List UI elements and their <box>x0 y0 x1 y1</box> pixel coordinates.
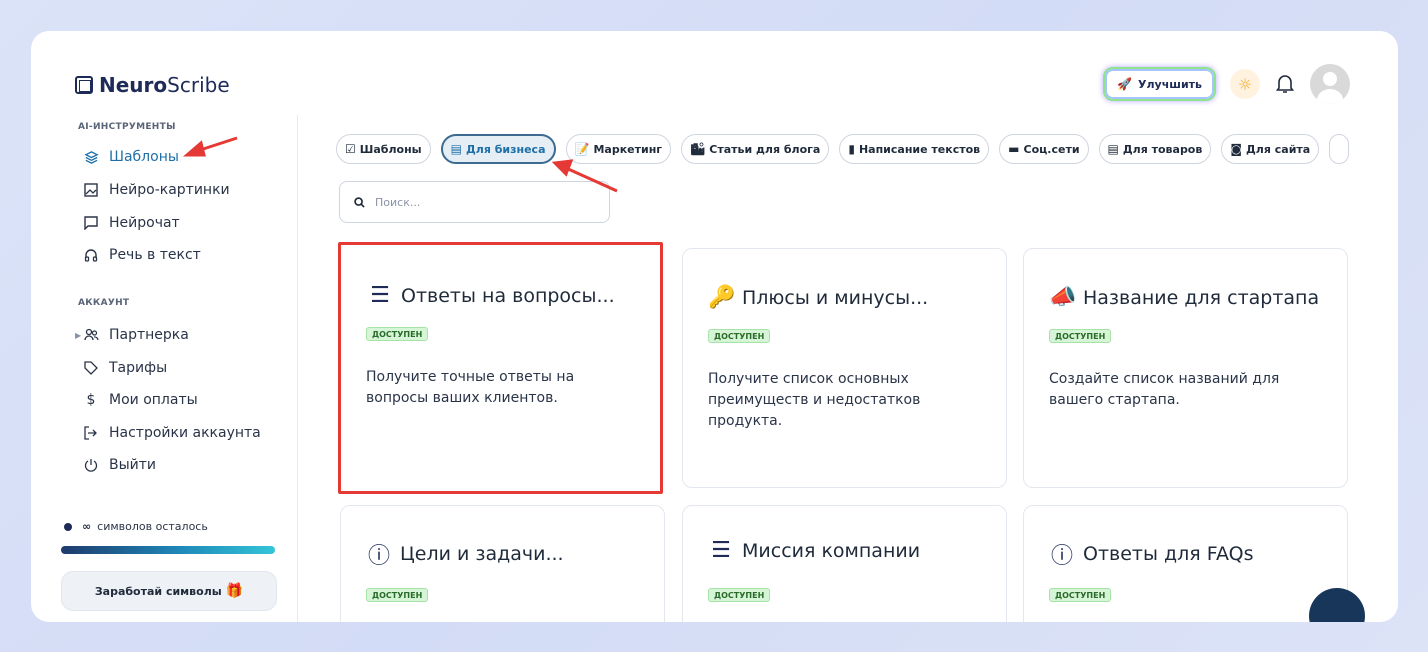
info-icon: ⓘ <box>1050 544 1073 569</box>
credits-symbol: ∞ <box>82 520 92 533</box>
card-title: ☰ Миссия компании <box>708 538 920 563</box>
sidebar-item-label: Речь в текст <box>109 247 201 263</box>
card-description: Получите список основных преимуществ и н… <box>708 371 921 429</box>
sidebar-item-label: Тарифы <box>109 360 168 376</box>
status-badge: ДОСТУПЕН <box>366 588 429 602</box>
ledger-icon: ▤ <box>1107 142 1119 156</box>
upgrade-button[interactable]: 🚀 Улучшить <box>1103 67 1216 101</box>
status-badge: ДОСТУПЕН <box>708 329 771 343</box>
search-input[interactable]: Поиск... <box>339 181 610 223</box>
dollar-icon: $ <box>86 392 96 408</box>
image-icon <box>83 182 99 198</box>
sidebar-item-neuro-images[interactable]: Нейро-картинки <box>83 182 230 198</box>
headphones-icon <box>83 247 99 263</box>
card-description: Получите точные ответы на вопросы ваших … <box>366 369 575 406</box>
sidebar-item-partner[interactable]: Партнерка <box>83 327 189 343</box>
avatar[interactable] <box>1310 64 1350 104</box>
filter-chip-marketing[interactable]: 📝 Маркетинг <box>565 134 672 164</box>
card-title: ⓘ Ответы для FAQs <box>1049 538 1254 570</box>
filter-chip-products[interactable]: ▤ Для товаров <box>1098 134 1212 164</box>
sidebar-item-templates[interactable]: Шаблоны <box>83 149 179 165</box>
status-badge: ДОСТУПЕН <box>708 588 771 602</box>
filter-chip-website[interactable]: ◙ Для сайта <box>1221 134 1320 164</box>
card-title: 🔑 Плюсы и минусы... <box>708 285 929 310</box>
sidebar-item-neurochat[interactable]: Нейрочат <box>83 215 180 231</box>
card-description: Создайте список названий для вашего стар… <box>1049 371 1280 408</box>
status-badge: ДОСТУПЕН <box>1049 588 1112 602</box>
card-title: ⓘ Цели и задачи... <box>366 538 564 570</box>
header-actions: 🚀 Улучшить ☼ <box>1103 64 1350 104</box>
checkbox-icon: ☑ <box>345 142 356 156</box>
category-filters: ☑ Шаблоны ▤ Для бизнеса 📝 Маркетинг 🏙 Статьи… <box>336 134 1350 164</box>
search-placeholder: Поиск... <box>375 195 421 209</box>
filter-chip-business[interactable]: ▤ Для бизнеса <box>440 134 556 164</box>
key-icon: 🔑 <box>708 285 736 310</box>
info-icon: ⓘ <box>367 544 390 569</box>
template-card-mission[interactable]: ☰ Миссия компании ДОСТУПЕН <box>682 505 1007 622</box>
mask-icon: ◙ <box>1230 142 1242 156</box>
card-title: 📣 Название для стартапа <box>1049 285 1320 310</box>
template-card-pros-cons[interactable]: 🔑 Плюсы и минусы... ДОСТУПЕН Получите спи… <box>682 248 1007 488</box>
filter-chip-more[interactable] <box>1329 134 1350 164</box>
sidebar-item-label: Нейрочат <box>109 215 180 231</box>
filter-chip-social[interactable]: ▬ Соц.сети <box>999 134 1089 164</box>
sidebar-item-speech-to-text[interactable]: Речь в текст <box>83 247 201 263</box>
theme-toggle-sun-icon[interactable]: ☼ <box>1230 69 1260 99</box>
sidebar-item-label: Настройки аккаунта <box>109 425 261 441</box>
logo-text: Scribe <box>167 73 230 97</box>
tag-icon <box>83 360 99 376</box>
rocket-icon: 🚀 <box>1117 77 1133 91</box>
status-badge: ДОСТУПЕН <box>1049 329 1112 343</box>
section-title-account: АККАУНТ <box>78 298 130 308</box>
upgrade-label: Улучшить <box>1138 77 1202 91</box>
section-title-ai: AI-ИНСТРУМЕНТЫ <box>78 122 176 132</box>
login-icon <box>83 425 99 441</box>
status-badge: ДОСТУПЕН <box>366 327 429 341</box>
users-icon <box>83 327 99 343</box>
template-card-faqs[interactable]: ⓘ Ответы для FAQs ДОСТУПЕН <box>1023 505 1348 622</box>
list-icon: ☰ <box>370 283 390 308</box>
layers-icon <box>83 149 99 165</box>
template-card-goals[interactable]: ⓘ Цели и задачи... ДОСТУПЕН <box>340 505 665 622</box>
template-card-startup-name[interactable]: 📣 Название для стартапа ДОСТУПЕН Создайте… <box>1023 248 1348 488</box>
memo-icon: 📝 <box>574 142 590 156</box>
template-card-answers[interactable]: ☰ Ответы на вопросы... ДОСТУПЕН Получите … <box>338 242 663 494</box>
sidebar-item-payments[interactable]: $ Мои оплаты <box>83 392 198 408</box>
filter-chip-copywriting[interactable]: ▮ Написание текстов <box>839 134 990 164</box>
city-icon: 🏙 <box>690 142 706 156</box>
sidebar-item-logout[interactable]: Выйти <box>83 457 156 473</box>
credits-remaining: ∞ символов осталось <box>64 520 208 533</box>
card-title: ☰ Ответы на вопросы... <box>367 283 615 308</box>
earn-credits-button[interactable]: Заработай символы 🎁 <box>61 571 277 611</box>
sidebar-item-label: Шаблоны <box>109 149 179 165</box>
bell-icon[interactable] <box>1274 73 1296 95</box>
app-logo[interactable]: NeuroScribe <box>75 73 230 97</box>
sidebar-item-label: Мои оплаты <box>109 392 198 408</box>
list-icon: ☰ <box>711 538 731 563</box>
chat-icon <box>83 215 99 231</box>
status-dot <box>64 522 72 531</box>
logo-icon <box>75 76 93 94</box>
power-icon <box>83 457 99 473</box>
megaphone-icon: 📣 <box>1049 285 1077 310</box>
search-icon <box>354 196 365 208</box>
sidebar-item-label: Выйти <box>109 457 157 473</box>
app-window: NeuroScribe 🚀 Улучшить ☼ AI-ИНСТРУМЕНТЫ … <box>31 31 1398 622</box>
laptop-icon: ▬ <box>1008 142 1020 156</box>
earn-label: Заработай символы <box>94 584 222 598</box>
sidebar-item-label: Нейро-картинки <box>109 182 230 198</box>
notebook-icon: ▤ <box>450 142 462 156</box>
filter-chip-blog[interactable]: 🏙 Статьи для блога <box>681 134 830 164</box>
gift-icon: 🎁 <box>225 583 244 599</box>
filter-chip-templates[interactable]: ☑ Шаблоны <box>336 134 431 164</box>
phone-icon: ▮ <box>848 142 855 156</box>
sidebar-item-account-settings[interactable]: Настройки аккаунта <box>83 425 261 441</box>
sidebar-item-tariffs[interactable]: Тарифы <box>83 360 167 376</box>
logo-bold: Neuro <box>99 73 168 97</box>
caret-right-icon[interactable]: ▶ <box>75 331 81 340</box>
sidebar-item-label: Партнерка <box>109 327 189 343</box>
credits-text: символов осталось <box>97 520 208 533</box>
credits-progress-bar <box>61 546 275 554</box>
